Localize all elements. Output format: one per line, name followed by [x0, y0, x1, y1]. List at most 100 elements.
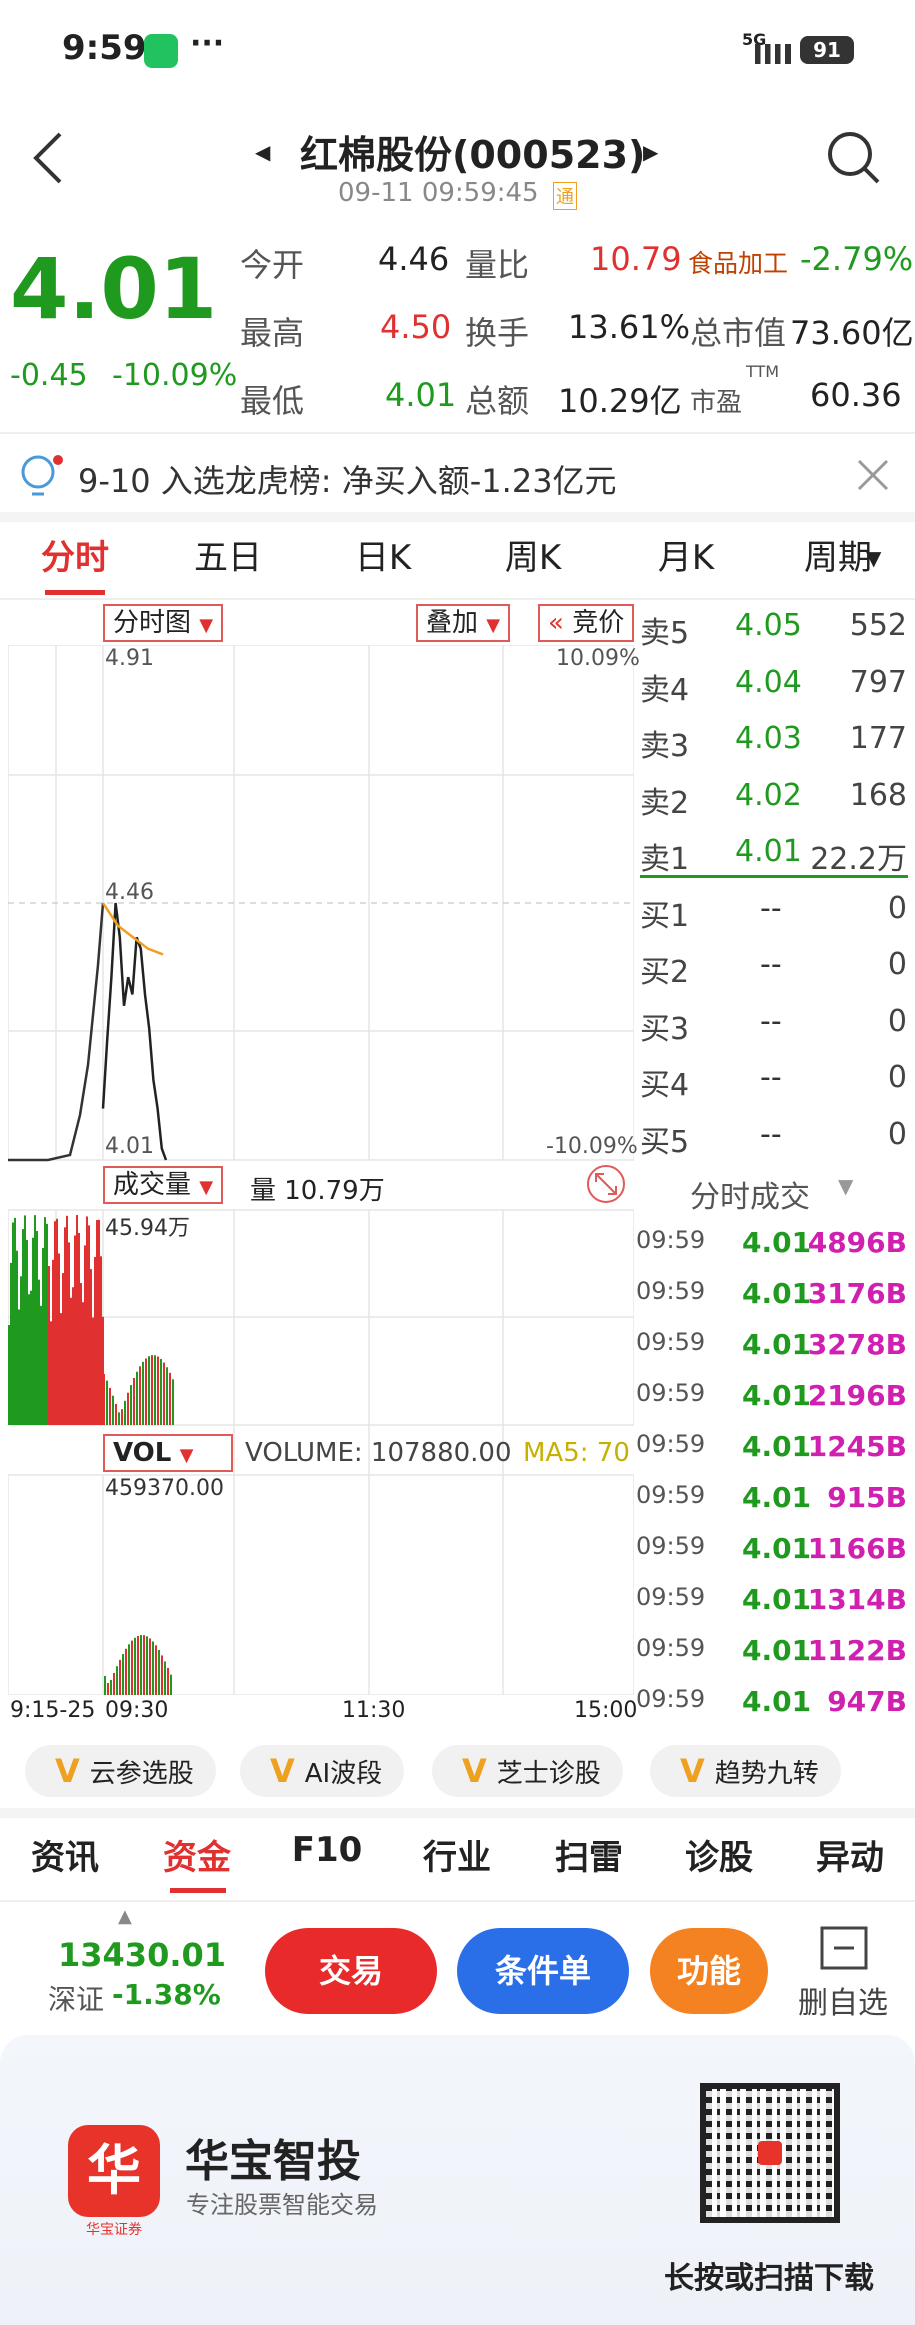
expand-icon[interactable] — [586, 1164, 626, 1204]
tab-industry[interactable]: 行业 — [402, 1830, 512, 1879]
tick-volume: 3278B — [807, 1328, 907, 1361]
auction-toggle[interactable]: « 竞价 — [538, 604, 635, 642]
tab-anomaly[interactable]: 异动 — [795, 1830, 905, 1879]
volume-bar — [40, 1305, 42, 1425]
tab-funds[interactable]: 资金 — [142, 1830, 252, 1879]
search-icon[interactable] — [826, 130, 882, 186]
volume-bar — [166, 1367, 168, 1425]
indicator-bar — [137, 1635, 139, 1695]
indicator-bar — [143, 1635, 145, 1695]
volume-bar — [18, 1309, 20, 1425]
wechat-icon — [144, 34, 178, 68]
order-volume: 0 — [887, 1003, 907, 1039]
chart-type-select[interactable]: 分时图 ▼ — [103, 604, 224, 642]
ratio-value: 10.79 — [590, 240, 682, 278]
tag-cheese-diagnosis[interactable]: V 芝士诊股 — [432, 1745, 623, 1797]
open-value: 4.46 — [378, 240, 450, 278]
order-level-label: 买5 — [640, 1124, 690, 1160]
last-price: 4.01 — [10, 240, 218, 338]
more-dots: ··· — [190, 26, 225, 61]
indicator-bar — [116, 1666, 118, 1695]
order-volume: 0 — [887, 1060, 907, 1095]
caret-down-icon[interactable]: ▼ — [838, 1174, 853, 1198]
low-label: 最低 — [240, 382, 305, 420]
ticks-title[interactable]: 分时成交 — [690, 1172, 810, 1216]
indicator-bar — [161, 1655, 163, 1695]
tick-price: 4.01 — [742, 1685, 812, 1718]
tab-f10[interactable]: F10 — [272, 1830, 382, 1870]
volume-indicator: VOLUME: 107880.00 — [245, 1438, 512, 1468]
indicator-bar — [128, 1644, 130, 1695]
next-stock-icon[interactable]: ▶ — [643, 140, 658, 164]
volume-bar — [157, 1356, 159, 1425]
tab-risk-scan[interactable]: 扫雷 — [534, 1830, 644, 1879]
mcap-value: 73.60亿 — [790, 314, 914, 352]
volume-bar — [115, 1403, 117, 1425]
indicator-bar — [107, 1683, 109, 1695]
divider — [0, 432, 915, 434]
notice-text: 9-10 入选龙虎榜: 净买入额-1.23亿元 — [78, 462, 617, 500]
tab-news[interactable]: 资讯 — [10, 1830, 120, 1879]
download-banner[interactable]: 华 华宝证券 华宝智投 专注股票智能交易 长按或扫描下载 — [0, 2035, 915, 2325]
axis-low-pct: -10.09% — [546, 1134, 638, 1159]
divider — [0, 512, 915, 522]
indicator-bar — [104, 1675, 106, 1695]
volume-bar — [78, 1232, 80, 1425]
tick-price: 4.01 — [742, 1226, 812, 1259]
volume-max: 45.94万 — [105, 1216, 190, 1241]
brand-name: 华宝智投 — [185, 2136, 361, 2187]
trade-button[interactable]: 交易 — [265, 1928, 437, 2014]
tag-trend-nine[interactable]: V 趋势九转 — [650, 1745, 841, 1797]
qr-code — [700, 2083, 840, 2223]
volume-bar — [52, 1259, 54, 1425]
tab-week-k[interactable]: 周K — [473, 530, 593, 579]
order-price: -- — [760, 947, 782, 982]
indicator-bar — [119, 1659, 121, 1695]
index-value[interactable]: 13430.01 — [58, 1936, 226, 1974]
remove-watchlist-icon[interactable] — [820, 1926, 868, 1970]
order-volume: 168 — [849, 777, 907, 813]
order-volume: 552 — [849, 608, 907, 643]
volume-bar — [34, 1215, 36, 1425]
back-icon[interactable] — [30, 130, 66, 186]
volume-bar — [96, 1220, 98, 1425]
indicator-max: 459370.00 — [105, 1476, 224, 1501]
stock-title: 红棉股份(000523) — [300, 133, 646, 177]
tick-volume: 1314B — [807, 1583, 907, 1616]
volume-bar — [82, 1302, 84, 1425]
indicator-select[interactable]: VOL ▼ — [103, 1434, 233, 1472]
order-price: 4.02 — [735, 777, 802, 813]
function-button[interactable]: 功能 — [650, 1928, 768, 2014]
pe-ttm: TTM — [746, 362, 780, 381]
order-price: 4.05 — [735, 608, 802, 643]
tab-month-k[interactable]: 月K — [626, 530, 746, 579]
prev-stock-icon[interactable]: ◀ — [255, 140, 270, 164]
conditional-order-button[interactable]: 条件单 — [457, 1928, 629, 2014]
order-level-label: 买4 — [640, 1068, 690, 1103]
tag-cloud-pick[interactable]: V 云参选股 — [25, 1745, 216, 1797]
order-volume: 0 — [887, 890, 907, 926]
order-level-label: 卖2 — [640, 785, 690, 821]
tick-time: 09:59 — [636, 1328, 706, 1356]
tick-time: 09:59 — [636, 1481, 706, 1509]
tab-diagnosis[interactable]: 诊股 — [664, 1830, 774, 1879]
tab-five-day[interactable]: 五日 — [168, 530, 288, 579]
order-price: -- — [760, 890, 782, 926]
volume-bar — [22, 1229, 24, 1425]
remove-watchlist-button[interactable]: 删自选 — [798, 1978, 888, 2022]
close-icon[interactable] — [856, 458, 890, 492]
sector-name[interactable]: 食品加工 — [688, 244, 788, 280]
overlay-select[interactable]: 叠加 ▼ — [416, 604, 511, 642]
indicator-bar — [140, 1635, 142, 1695]
volume-bar — [14, 1217, 16, 1425]
volume-bar — [46, 1223, 48, 1425]
caret-down-icon: ▼ — [866, 546, 882, 570]
volume-bar — [36, 1230, 38, 1425]
tab-day-k[interactable]: 日K — [323, 530, 443, 579]
volume-select[interactable]: 成交量 ▼ — [103, 1166, 224, 1204]
tab-intraday[interactable]: 分时 — [15, 530, 135, 579]
tick-price: 4.01 — [742, 1634, 812, 1667]
tag-ai-band[interactable]: V AI波段 — [240, 1745, 405, 1797]
order-price: -- — [760, 1116, 782, 1152]
order-volume: 0 — [887, 1116, 907, 1152]
